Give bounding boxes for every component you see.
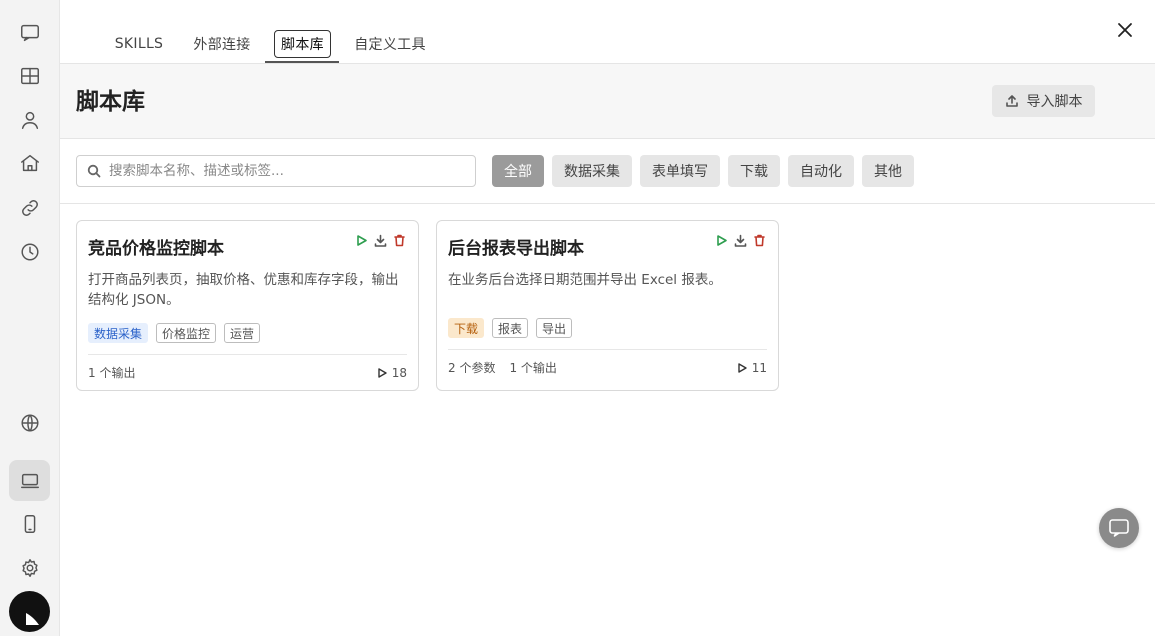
help-chat-button[interactable]	[1099, 508, 1139, 548]
search-box	[76, 155, 476, 187]
avatar-logo-icon	[13, 595, 46, 628]
filter-form-filling[interactable]: 表单填写	[640, 155, 720, 187]
script-description: 在业务后台选择日期范围并导出 Excel 报表。	[448, 272, 722, 288]
script-title: 竞品价格监控脚本	[88, 239, 224, 259]
filter-download[interactable]: 下载	[728, 155, 780, 187]
filter-all[interactable]: 全部	[492, 155, 544, 187]
active-tab-indicator	[265, 61, 339, 63]
filter-automation[interactable]: 自动化	[788, 155, 854, 187]
delete-icon[interactable]	[393, 232, 406, 247]
card-footer: 1 个输出 18	[88, 364, 407, 381]
script-card[interactable]: 竞品价格监控脚本 打开商品列表页，抽取价格、优惠和库存字段，输出结构化 JSON…	[76, 220, 419, 391]
tag[interactable]: 运营	[224, 323, 261, 343]
tab-bar: SKILLS 外部连接 脚本库 自定义工具	[60, 0, 1155, 64]
tab-script-library[interactable]: 脚本库	[274, 30, 331, 58]
tag-list: 数据采集 价格监控 运营	[88, 323, 261, 343]
play-icon	[738, 362, 747, 373]
chat-icon[interactable]	[9, 12, 50, 53]
settings-icon[interactable]	[9, 547, 50, 588]
page-title: 脚本库	[76, 89, 145, 115]
upload-icon	[1005, 95, 1018, 107]
import-script-button[interactable]: 导入脚本	[992, 85, 1095, 117]
filter-bar: 全部 数据采集 表单填写 下载 自动化 其他	[60, 139, 1155, 204]
run-icon[interactable]	[715, 232, 728, 246]
param-count: 2 个参数	[448, 361, 496, 375]
run-count: 18	[378, 364, 407, 381]
filter-data-collection[interactable]: 数据采集	[552, 155, 632, 187]
home-icon[interactable]	[9, 142, 50, 183]
script-card[interactable]: 后台报表导出脚本 在业务后台选择日期范围并导出 Excel 报表。 下载 报表 …	[436, 220, 779, 391]
left-sidebar	[0, 0, 60, 636]
output-count: 1 个输出	[88, 366, 136, 380]
card-footer: 2 个参数 1 个输出 11	[448, 359, 767, 376]
run-count: 11	[738, 359, 767, 376]
filter-other[interactable]: 其他	[862, 155, 914, 187]
layout-grid-icon[interactable]	[9, 55, 50, 96]
download-icon[interactable]	[734, 232, 747, 247]
page-header: 脚本库 导入脚本	[60, 64, 1155, 139]
delete-icon[interactable]	[753, 232, 766, 247]
chat-bubble-icon	[1109, 519, 1129, 537]
search-input[interactable]	[109, 163, 469, 179]
script-title: 后台报表导出脚本	[448, 239, 584, 259]
run-count-value: 18	[391, 365, 407, 380]
run-icon[interactable]	[355, 232, 368, 246]
play-icon	[378, 367, 387, 378]
tag[interactable]: 价格监控	[156, 323, 217, 343]
mobile-icon[interactable]	[9, 503, 50, 544]
tag[interactable]: 导出	[536, 318, 573, 338]
main-panel: SKILLS 外部连接 脚本库 自定义工具 脚本库 导入脚本 全部 数据采集 表…	[60, 0, 1155, 636]
import-script-label: 导入脚本	[1026, 94, 1083, 110]
tag-list: 下载 报表 导出	[448, 318, 573, 338]
tag[interactable]: 下载	[448, 318, 485, 338]
card-actions	[355, 232, 406, 247]
tag[interactable]: 数据采集	[88, 323, 149, 343]
search-icon	[87, 164, 101, 178]
link-icon[interactable]	[9, 187, 50, 228]
card-divider	[88, 354, 407, 355]
run-count-value: 11	[751, 360, 767, 375]
tab-skills[interactable]: SKILLS	[106, 30, 172, 58]
history-icon[interactable]	[9, 231, 50, 272]
download-icon[interactable]	[374, 232, 387, 247]
globe-icon[interactable]	[9, 402, 50, 443]
script-description: 打开商品列表页，抽取价格、优惠和库存字段，输出结构化 JSON。	[88, 272, 399, 308]
close-icon[interactable]	[1114, 19, 1136, 41]
card-actions	[715, 232, 766, 247]
user-avatar[interactable]	[9, 591, 50, 632]
laptop-icon[interactable]	[9, 460, 50, 501]
user-icon[interactable]	[9, 99, 50, 140]
tab-custom-tools[interactable]: 自定义工具	[345, 30, 435, 58]
output-count: 1 个输出	[509, 361, 557, 375]
tab-external-connections[interactable]: 外部连接	[184, 30, 260, 58]
tag[interactable]: 报表	[492, 318, 529, 338]
app-window: SKILLS 外部连接 脚本库 自定义工具 脚本库 导入脚本 全部 数据采集 表…	[0, 0, 1155, 636]
card-divider	[448, 349, 767, 350]
